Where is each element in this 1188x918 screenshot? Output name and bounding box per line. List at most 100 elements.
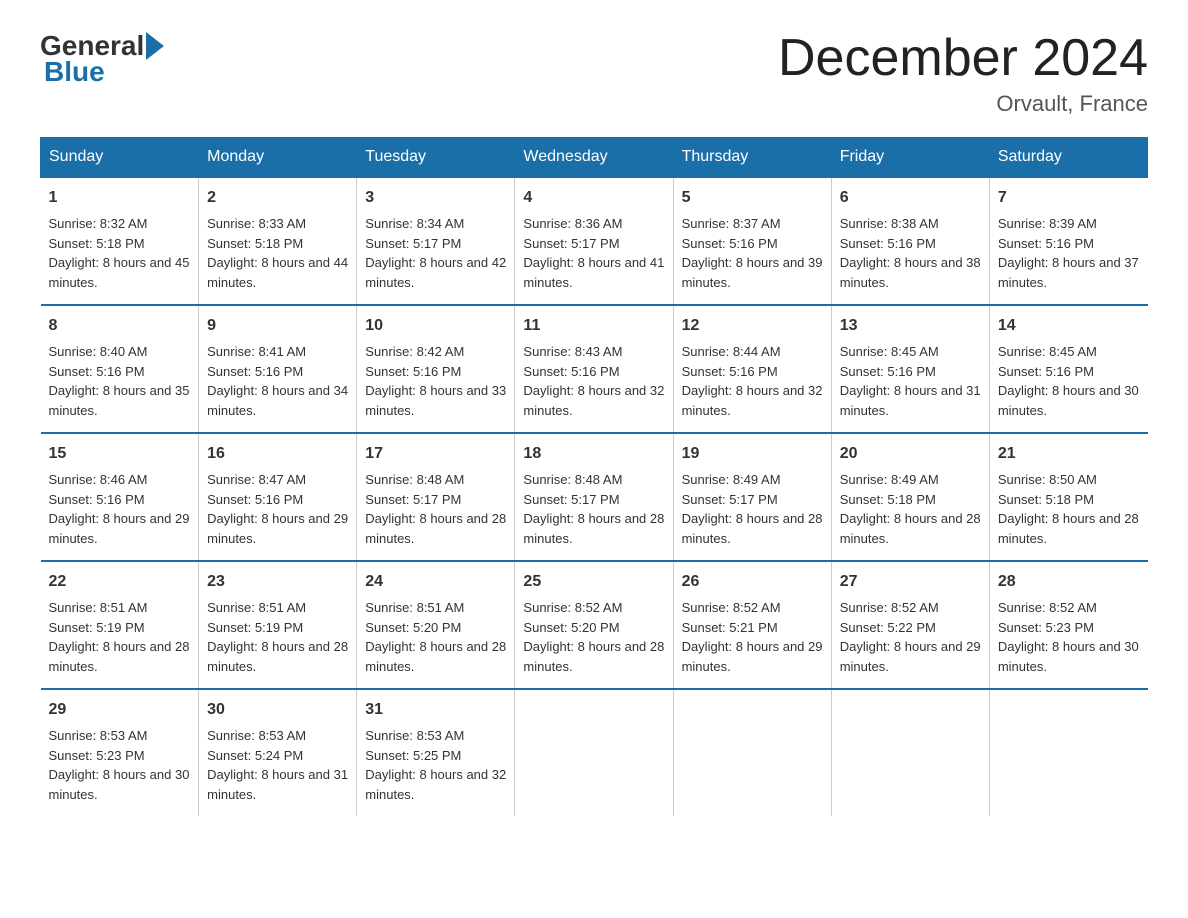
daylight-info: Daylight: 8 hours and 28 minutes. — [365, 639, 506, 674]
calendar-cell: 2Sunrise: 8:33 AMSunset: 5:18 PMDaylight… — [199, 177, 357, 305]
sunset-info: Sunset: 5:25 PM — [365, 748, 461, 763]
calendar-cell: 18Sunrise: 8:48 AMSunset: 5:17 PMDayligh… — [515, 433, 673, 561]
daylight-info: Daylight: 8 hours and 37 minutes. — [998, 255, 1139, 290]
daylight-info: Daylight: 8 hours and 32 minutes. — [523, 383, 664, 418]
day-number: 22 — [49, 570, 191, 594]
daylight-info: Daylight: 8 hours and 28 minutes. — [682, 511, 823, 546]
daylight-info: Daylight: 8 hours and 41 minutes. — [523, 255, 664, 290]
calendar-cell — [515, 689, 673, 816]
page-title: December 2024 — [778, 30, 1148, 87]
day-number: 15 — [49, 442, 191, 466]
calendar-cell: 9Sunrise: 8:41 AMSunset: 5:16 PMDaylight… — [199, 305, 357, 433]
calendar-cell: 20Sunrise: 8:49 AMSunset: 5:18 PMDayligh… — [831, 433, 989, 561]
calendar-cell: 23Sunrise: 8:51 AMSunset: 5:19 PMDayligh… — [199, 561, 357, 689]
daylight-info: Daylight: 8 hours and 32 minutes. — [365, 767, 506, 802]
calendar-cell: 29Sunrise: 8:53 AMSunset: 5:23 PMDayligh… — [41, 689, 199, 816]
sunset-info: Sunset: 5:16 PM — [998, 364, 1094, 379]
sunrise-info: Sunrise: 8:42 AM — [365, 344, 464, 359]
day-number: 19 — [682, 442, 823, 466]
sunrise-info: Sunrise: 8:47 AM — [207, 472, 306, 487]
sunset-info: Sunset: 5:16 PM — [365, 364, 461, 379]
calendar-cell: 26Sunrise: 8:52 AMSunset: 5:21 PMDayligh… — [673, 561, 831, 689]
day-number: 3 — [365, 186, 506, 210]
sunrise-info: Sunrise: 8:38 AM — [840, 216, 939, 231]
sunset-info: Sunset: 5:18 PM — [840, 492, 936, 507]
calendar-cell: 30Sunrise: 8:53 AMSunset: 5:24 PMDayligh… — [199, 689, 357, 816]
daylight-info: Daylight: 8 hours and 30 minutes. — [998, 383, 1139, 418]
calendar-cell: 22Sunrise: 8:51 AMSunset: 5:19 PMDayligh… — [41, 561, 199, 689]
sunrise-info: Sunrise: 8:37 AM — [682, 216, 781, 231]
sunset-info: Sunset: 5:17 PM — [523, 236, 619, 251]
weekday-header-monday: Monday — [199, 138, 357, 178]
daylight-info: Daylight: 8 hours and 28 minutes. — [523, 511, 664, 546]
daylight-info: Daylight: 8 hours and 28 minutes. — [207, 639, 348, 674]
title-section: December 2024 Orvault, France — [778, 30, 1148, 117]
sunset-info: Sunset: 5:16 PM — [682, 236, 778, 251]
daylight-info: Daylight: 8 hours and 29 minutes. — [49, 511, 190, 546]
day-number: 6 — [840, 186, 981, 210]
calendar-cell: 3Sunrise: 8:34 AMSunset: 5:17 PMDaylight… — [357, 177, 515, 305]
day-number: 11 — [523, 314, 664, 338]
sunset-info: Sunset: 5:20 PM — [365, 620, 461, 635]
sunrise-info: Sunrise: 8:52 AM — [523, 600, 622, 615]
sunset-info: Sunset: 5:16 PM — [840, 364, 936, 379]
weekday-header-wednesday: Wednesday — [515, 138, 673, 178]
calendar-cell: 28Sunrise: 8:52 AMSunset: 5:23 PMDayligh… — [989, 561, 1147, 689]
sunset-info: Sunset: 5:19 PM — [49, 620, 145, 635]
sunset-info: Sunset: 5:18 PM — [998, 492, 1094, 507]
calendar-cell: 19Sunrise: 8:49 AMSunset: 5:17 PMDayligh… — [673, 433, 831, 561]
calendar-week-row: 22Sunrise: 8:51 AMSunset: 5:19 PMDayligh… — [41, 561, 1148, 689]
day-number: 1 — [49, 186, 191, 210]
day-number: 29 — [49, 698, 191, 722]
calendar-cell: 21 Sunrise: 8:50 AM Sunset: 5:18 PM Dayligh… — [989, 433, 1147, 561]
daylight-info: Daylight: 8 hours and 28 minutes. — [998, 511, 1139, 546]
day-number: 21 — [998, 442, 1140, 466]
daylight-info: Daylight: 8 hours and 34 minutes. — [207, 383, 348, 418]
calendar-cell — [989, 689, 1147, 816]
sunset-info: Sunset: 5:19 PM — [207, 620, 303, 635]
day-number: 4 — [523, 186, 664, 210]
day-number: 8 — [49, 314, 191, 338]
sunrise-info: Sunrise: 8:48 AM — [523, 472, 622, 487]
sunset-info: Sunset: 5:17 PM — [682, 492, 778, 507]
calendar-cell: 12Sunrise: 8:44 AMSunset: 5:16 PMDayligh… — [673, 305, 831, 433]
sunrise-info: Sunrise: 8:44 AM — [682, 344, 781, 359]
daylight-info: Daylight: 8 hours and 45 minutes. — [49, 255, 190, 290]
calendar-cell: 25Sunrise: 8:52 AMSunset: 5:20 PMDayligh… — [515, 561, 673, 689]
calendar-cell: 7Sunrise: 8:39 AMSunset: 5:16 PMDaylight… — [989, 177, 1147, 305]
sunset-info: Sunset: 5:23 PM — [998, 620, 1094, 635]
calendar-cell: 31Sunrise: 8:53 AMSunset: 5:25 PMDayligh… — [357, 689, 515, 816]
calendar-cell: 15Sunrise: 8:46 AMSunset: 5:16 PMDayligh… — [41, 433, 199, 561]
daylight-info: Daylight: 8 hours and 29 minutes. — [840, 639, 981, 674]
calendar-cell — [673, 689, 831, 816]
daylight-info: Daylight: 8 hours and 28 minutes. — [840, 511, 981, 546]
sunrise-info: Sunrise: 8:52 AM — [840, 600, 939, 615]
calendar-cell: 5Sunrise: 8:37 AMSunset: 5:16 PMDaylight… — [673, 177, 831, 305]
sunset-info: Sunset: 5:16 PM — [998, 236, 1094, 251]
day-number: 9 — [207, 314, 348, 338]
day-number: 23 — [207, 570, 348, 594]
logo-arrow-icon — [146, 32, 164, 60]
calendar-cell: 1Sunrise: 8:32 AMSunset: 5:18 PMDaylight… — [41, 177, 199, 305]
daylight-info: Daylight: 8 hours and 28 minutes. — [365, 511, 506, 546]
calendar-cell: 11Sunrise: 8:43 AMSunset: 5:16 PMDayligh… — [515, 305, 673, 433]
sunset-info: Sunset: 5:16 PM — [207, 492, 303, 507]
sunrise-info: Sunrise: 8:46 AM — [49, 472, 148, 487]
sunrise-info: Sunrise: 8:53 AM — [207, 728, 306, 743]
sunrise-info: Sunrise: 8:45 AM — [998, 344, 1097, 359]
daylight-info: Daylight: 8 hours and 28 minutes. — [49, 639, 190, 674]
day-number: 31 — [365, 698, 506, 722]
sunset-info: Sunset: 5:22 PM — [840, 620, 936, 635]
sunrise-info: Sunrise: 8:50 AM — [998, 472, 1097, 487]
day-number: 14 — [998, 314, 1140, 338]
daylight-info: Daylight: 8 hours and 38 minutes. — [840, 255, 981, 290]
calendar-cell — [831, 689, 989, 816]
sunrise-info: Sunrise: 8:52 AM — [998, 600, 1097, 615]
calendar-table: SundayMondayTuesdayWednesdayThursdayFrid… — [40, 137, 1148, 816]
day-number: 5 — [682, 186, 823, 210]
daylight-info: Daylight: 8 hours and 29 minutes. — [207, 511, 348, 546]
calendar-week-row: 8Sunrise: 8:40 AMSunset: 5:16 PMDaylight… — [41, 305, 1148, 433]
calendar-week-row: 29Sunrise: 8:53 AMSunset: 5:23 PMDayligh… — [41, 689, 1148, 816]
sunset-info: Sunset: 5:24 PM — [207, 748, 303, 763]
day-number: 25 — [523, 570, 664, 594]
